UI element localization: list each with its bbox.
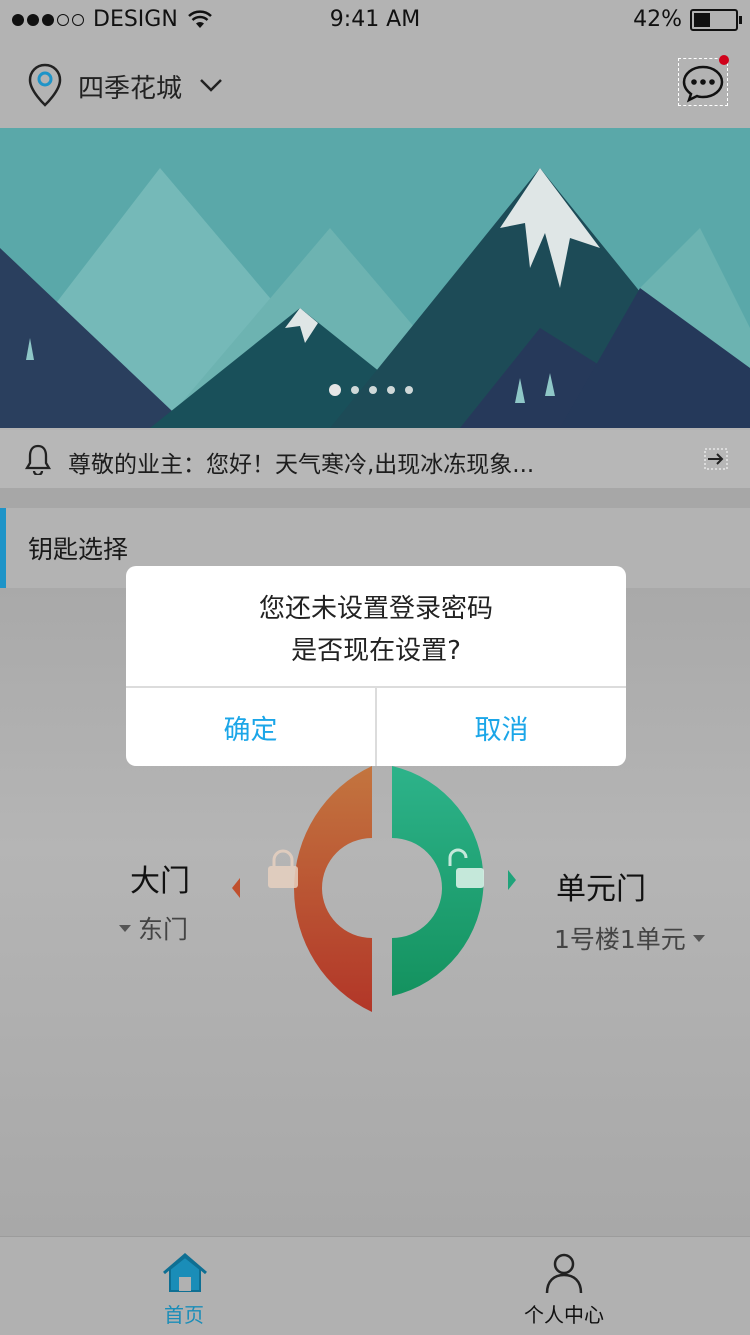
tab-profile[interactable]: 个人中心 [504,1247,624,1327]
dialog-line-1: 您还未设置登录密码 [258,594,493,624]
mountain-illustration [0,128,750,428]
location-selector[interactable]: 四季花城 [78,68,182,105]
chat-bubble-icon [682,65,724,103]
left-door-label[interactable]: 大门 [130,856,190,900]
lock-closed-icon [268,849,298,888]
left-door-dropdown[interactable]: 东门 [118,910,188,946]
header: 四季花城 [0,40,750,128]
unread-dot [719,55,729,65]
tab-home[interactable]: 首页 [124,1247,244,1327]
notice-text: 尊敬的业主：您好！天气寒冷,出现冰冻现象... [68,452,535,478]
notice-bar[interactable]: 尊敬的业主：您好！天气寒冷,出现冰冻现象... [0,430,750,488]
triangle-down-icon [692,935,705,942]
home-icon [163,1253,207,1292]
tab-bar: 首页 个人中心 [0,1236,750,1335]
triangle-down-icon [119,925,131,932]
main-gate-lock-button[interactable] [294,766,372,1012]
tab-home-label: 首页 [164,1303,204,1327]
tab-profile-label: 个人中心 [524,1303,604,1327]
arrow-right-icon[interactable] [704,448,728,470]
carousel-indicator[interactable] [329,384,413,396]
status-bar: DESIGN 9:41 AM 42% [0,0,750,40]
banner-carousel[interactable] [0,128,750,428]
section-accent [0,508,6,588]
door-lock-dial [232,766,516,1012]
right-door-sub: 1号楼1单元 [554,925,686,954]
section-divider [0,488,750,508]
right-door-label[interactable]: 单元门 [556,864,646,908]
dialog-message: 您还未设置登录密码 是否现在设置? [126,588,626,672]
battery-icon [690,8,742,31]
message-button[interactable] [678,55,729,106]
battery-percent: 42% [633,7,682,32]
section-title: 钥匙选择 [28,535,129,564]
person-icon [545,1253,583,1294]
bell-icon [24,444,52,475]
chevron-down-icon[interactable] [198,76,224,94]
cancel-button[interactable]: 取消 [377,688,626,766]
location-pin-icon[interactable] [26,62,64,108]
dialog-line-2: 是否现在设置? [291,636,461,666]
confirm-button[interactable]: 确定 [126,688,375,766]
right-door-dropdown[interactable]: 1号楼1单元 [554,920,706,956]
set-password-dialog: 您还未设置登录密码 是否现在设置? 确定 取消 [126,566,626,766]
left-door-sub: 东门 [138,915,189,944]
